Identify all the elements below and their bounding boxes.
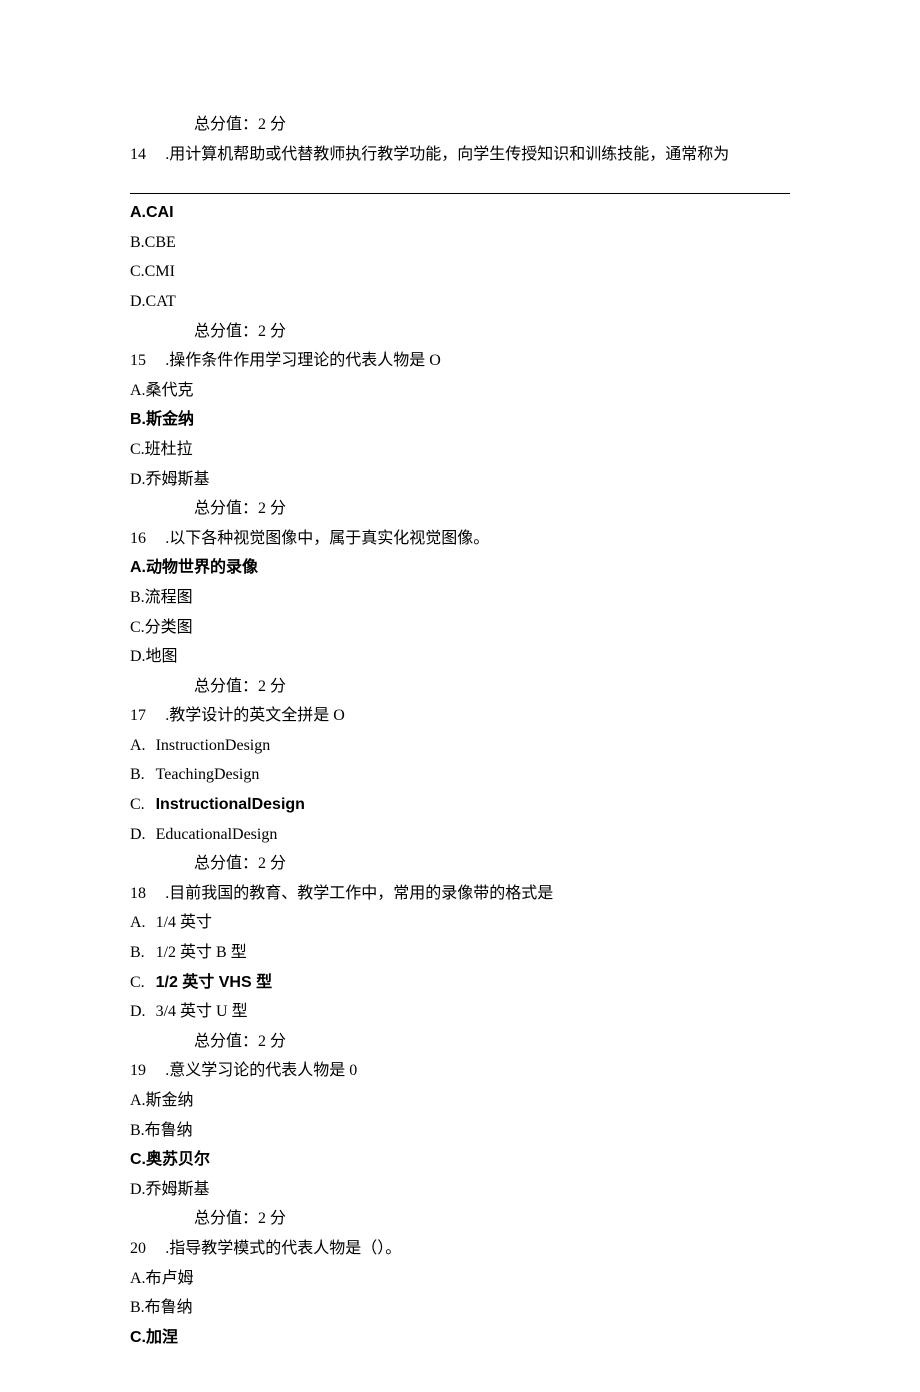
opt-letter: B. (130, 760, 156, 790)
q16-option-d: D.地图 (130, 642, 790, 672)
q17-number: 17 (130, 701, 165, 731)
opt-text: 1/2 英寸 VHS 型 (156, 974, 272, 991)
question-17: 17 .教学设计的英文全拼是 O (130, 701, 790, 731)
q17-text: .教学设计的英文全拼是 O (165, 701, 345, 731)
q18-option-b: B.1/2 英寸 B 型 (130, 938, 790, 968)
score-line: 总分值：2 分 (130, 1027, 790, 1057)
q15-option-a: A.桑代克 (130, 376, 790, 406)
q16-text: .以下各种视觉图像中，属于真实化视觉图像。 (165, 524, 489, 554)
opt-letter: C. (130, 968, 156, 998)
question-14: 14 .用计算机帮助或代替教师执行教学功能，向学生传授知识和训练技能，通常称为 (130, 140, 790, 170)
q14-option-b: B.CBE (130, 228, 790, 258)
score-line: 总分值：2 分 (130, 1204, 790, 1234)
q20-text: .指导教学模式的代表人物是（）。 (165, 1234, 401, 1264)
blank-underline (130, 193, 790, 194)
score-line: 总分值：2 分 (130, 110, 790, 140)
score-line: 总分值：2 分 (130, 494, 790, 524)
question-20: 20 .指导教学模式的代表人物是（）。 (130, 1234, 790, 1264)
q17-option-d: D.EducationalDesign (130, 820, 790, 850)
q18-option-d: D.3/4 英寸 U 型 (130, 997, 790, 1027)
q16-option-a: A.动物世界的录像 (130, 553, 790, 583)
opt-text: TeachingDesign (156, 766, 260, 783)
q15-option-c: C.班杜拉 (130, 435, 790, 465)
q14-text: .用计算机帮助或代替教师执行教学功能，向学生传授知识和训练技能，通常称为 (165, 140, 729, 170)
opt-letter: A. (130, 908, 156, 938)
q14-option-d: D.CAT (130, 287, 790, 317)
q15-number: 15 (130, 346, 165, 376)
q18-number: 18 (130, 879, 165, 909)
q17-option-b: B.TeachingDesign (130, 760, 790, 790)
opt-letter: B. (130, 938, 156, 968)
q16-option-b: B.流程图 (130, 583, 790, 613)
q19-number: 19 (130, 1056, 165, 1086)
q14-number: 14 (130, 140, 165, 170)
q19-option-a: A.斯金纳 (130, 1086, 790, 1116)
opt-letter: D. (130, 820, 156, 850)
q14-option-c: C.CMI (130, 257, 790, 287)
score-line: 总分值：2 分 (130, 672, 790, 702)
question-18: 18 .目前我国的教育、教学工作中，常用的录像带的格式是 (130, 879, 790, 909)
q20-option-c: C.加涅 (130, 1323, 790, 1353)
q15-option-d: D.乔姆斯基 (130, 465, 790, 495)
question-15: 15 .操作条件作用学习理论的代表人物是 O (130, 346, 790, 376)
q17-option-a: A.InstructionDesign (130, 731, 790, 761)
q14-option-a: A.CAI (130, 198, 790, 228)
opt-letter: D. (130, 997, 156, 1027)
opt-text: 1/2 英寸 B 型 (156, 944, 247, 961)
q20-option-a: A.布卢姆 (130, 1264, 790, 1294)
q18-option-c: C.1/2 英寸 VHS 型 (130, 968, 790, 998)
q19-text: .意义学习论的代表人物是 0 (165, 1056, 357, 1086)
opt-text: 3/4 英寸 U 型 (156, 1003, 248, 1020)
opt-text: InstructionDesign (156, 737, 271, 754)
opt-text: InstructionalDesign (156, 796, 305, 813)
score-line: 总分值：2 分 (130, 849, 790, 879)
q16-number: 16 (130, 524, 165, 554)
q15-text: .操作条件作用学习理论的代表人物是 O (165, 346, 441, 376)
score-line: 总分值：2 分 (130, 317, 790, 347)
q18-option-a: A.1/4 英寸 (130, 908, 790, 938)
question-16: 16 .以下各种视觉图像中，属于真实化视觉图像。 (130, 524, 790, 554)
q17-option-c: C.InstructionalDesign (130, 790, 790, 820)
opt-letter: A. (130, 731, 156, 761)
question-19: 19 .意义学习论的代表人物是 0 (130, 1056, 790, 1086)
opt-text: EducationalDesign (156, 826, 278, 843)
q18-text: .目前我国的教育、教学工作中，常用的录像带的格式是 (165, 879, 553, 909)
q19-option-d: D.乔姆斯基 (130, 1175, 790, 1205)
q19-option-c: C.奥苏贝尔 (130, 1145, 790, 1175)
q15-option-b: B.斯金纳 (130, 405, 790, 435)
q20-option-b: B.布鲁纳 (130, 1293, 790, 1323)
q16-option-c: C.分类图 (130, 613, 790, 643)
opt-text: 1/4 英寸 (156, 914, 212, 931)
q19-option-b: B.布鲁纳 (130, 1116, 790, 1146)
opt-letter: C. (130, 790, 156, 820)
q20-number: 20 (130, 1234, 165, 1264)
